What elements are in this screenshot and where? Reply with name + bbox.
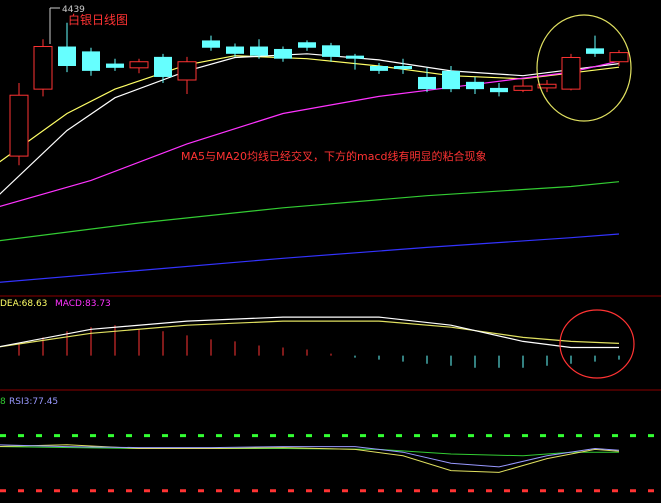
candle-body xyxy=(9,94,29,157)
candle-body xyxy=(322,45,340,57)
candle-body xyxy=(33,46,53,90)
chart-title: 白银日线图 xyxy=(68,12,128,27)
candle xyxy=(33,39,53,97)
candle-body xyxy=(394,66,412,70)
candle-body xyxy=(298,42,316,48)
candle-body xyxy=(106,63,124,68)
candle-body xyxy=(466,81,484,90)
candle-body xyxy=(586,48,604,54)
rsi-period-label: 8 xyxy=(0,397,6,407)
candle-body xyxy=(58,46,76,66)
candle-body xyxy=(154,56,172,77)
macd-value-label: MACD:83.73 xyxy=(55,299,111,309)
candle-body xyxy=(609,52,629,63)
candle-body xyxy=(370,66,388,71)
candle-body xyxy=(250,46,268,56)
candle-body xyxy=(513,85,533,91)
candle xyxy=(9,83,29,166)
candle-body xyxy=(490,87,508,93)
silver-daily-chart: 4439 白银日线图 MA5与MA20均线已经交叉，下方的macd线有明显的粘合… xyxy=(0,0,661,499)
candle-body xyxy=(442,70,460,90)
rsi-value-label: RSI3:77.45 xyxy=(9,397,58,407)
chart-svg: 4439 白银日线图 MA5与MA20均线已经交叉，下方的macd线有明显的粘合… xyxy=(0,0,661,499)
macd-dea-label: DEA:68.63 xyxy=(0,299,47,309)
candle-body xyxy=(129,61,149,69)
candle-body xyxy=(202,40,220,48)
candle-body xyxy=(82,51,100,71)
candle-body xyxy=(177,61,197,81)
chart-annotation: MA5与MA20均线已经交叉，下方的macd线有明显的粘合现象 xyxy=(181,149,487,163)
candle xyxy=(561,53,581,91)
candle-body xyxy=(226,46,244,54)
candle-body xyxy=(418,76,436,90)
candle-body xyxy=(274,48,292,59)
candle-body xyxy=(346,55,364,59)
candle-body xyxy=(561,56,581,90)
